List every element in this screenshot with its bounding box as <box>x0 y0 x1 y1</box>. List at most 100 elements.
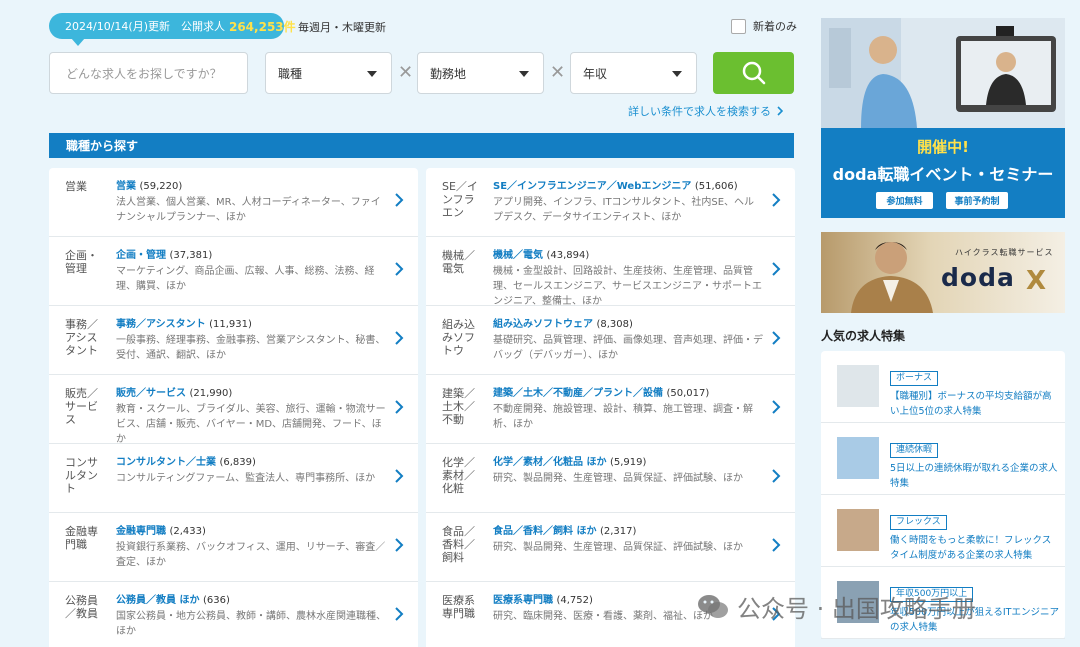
seminar-free-badge: 参加無料 <box>876 192 933 209</box>
category-item[interactable]: 販売／サービス 販売／サービス (21,990) 教育・スクール、ブライダル、美容、… <box>49 375 418 444</box>
category-name: 事務／アシスタント <box>116 319 206 330</box>
seminar-reserve-badge: 事前予約制 <box>946 192 1008 209</box>
category-item[interactable]: 機械／電気 機械／電気 (43,894) 機械・金型設計、回路設計、生産技術、生産管… <box>426 237 795 306</box>
checkbox-box[interactable] <box>731 18 746 34</box>
category-title[interactable]: 食品／香料／飼料 ほか (2,317) <box>493 525 763 539</box>
category-title[interactable]: 事務／アシスタント (11,931) <box>116 318 386 332</box>
category-count: (636) <box>202 595 230 606</box>
category-title[interactable]: 化学／素材／化粧品 ほか (5,919) <box>493 456 763 470</box>
category-text: 機械／電気 (43,894) 機械・金型設計、回路設計、生産技術、生産管理、品質管… <box>493 249 763 305</box>
category-count: (4,752) <box>556 595 593 606</box>
category-image: 化学／素材／化粧 <box>442 456 475 495</box>
category-title[interactable]: 公務員／教員 ほか (636) <box>116 594 386 608</box>
doda-x-banner[interactable]: ハイクラス転職サービス doda X <box>821 232 1065 313</box>
chevron-down-icon <box>672 71 682 77</box>
close-icon: ✕ <box>550 62 566 83</box>
new-only-label: 新着のみ <box>753 20 797 33</box>
watermark-text: 公众号 · 出国攻略手册 <box>737 595 976 623</box>
category-item[interactable]: 事務／アシスタント 事務／アシスタント (11,931) 一般事務、経理事務、金融事… <box>49 306 418 375</box>
feature-item[interactable]: 連続休暇 5日以上の連続休暇が取れる企業の求人特集 <box>821 423 1065 495</box>
category-count: (50,017) <box>666 388 710 399</box>
category-description: 機械・金型設計、回路設計、生産技術、生産管理、品質管理、セールスエンジニア、サー… <box>493 266 762 306</box>
search-button[interactable] <box>713 52 794 94</box>
seminar-banner[interactable]: 開催中! doda転職イベント・セミナー 参加無料 事前予約制 <box>821 18 1065 218</box>
category-item[interactable]: 公務員／教員 公務員／教員 ほか (636) 国家公務員・地方公務員、教師・講師、農… <box>49 582 418 647</box>
doda-x-person-image <box>851 242 933 313</box>
category-text: コンサルタント／士業 (6,839) コンサルティングファーム、監査法人、専門事務… <box>116 456 386 512</box>
category-count: (5,919) <box>609 457 647 468</box>
category-title[interactable]: 企画・管理 (37,381) <box>116 249 386 263</box>
seminar-illustration <box>821 18 1065 128</box>
category-image: 食品／香料／飼料 <box>442 525 475 564</box>
popular-features-title: 人気の求人特集 <box>821 329 906 343</box>
feature-item[interactable]: ボーナス【職種別】ボーナスの平均支給額が高い上位5位の求人特集 <box>821 351 1065 423</box>
category-grid: 営業 営業 (59,220) 法人営業、個人営業、MR、人材コーディネーター、ファイ… <box>49 168 795 647</box>
category-item[interactable]: 化学／素材／化粧 化学／素材／化粧品 ほか (5,919) 研究、製品開発、生産管理… <box>426 444 795 513</box>
category-item[interactable]: SE／インフラエン SE／インフラエンジニア／Webエンジニア (51,606) ア… <box>426 168 795 237</box>
category-text: SE／インフラエンジニア／Webエンジニア (51,606) アプリ開発、インフラ… <box>493 180 763 236</box>
category-item[interactable]: 建築／土木／不動 建築／土木／不動産／プラント／設備 (50,017) 不動産開発、… <box>426 375 795 444</box>
feature-thumbnail <box>837 365 879 407</box>
category-image: 医療系専門職 <box>442 594 475 620</box>
category-item[interactable]: 企画・管理 企画・管理 (37,381) マーケティング、商品企画、広報、人事、総務… <box>49 237 418 306</box>
category-item[interactable]: 食品／香料／飼料 食品／香料／飼料 ほか (2,317) 研究、製品開発、生産管理、… <box>426 513 795 582</box>
feature-title[interactable]: 【職種別】ボーナスの平均支給額が高い上位5位の求人特集 <box>890 389 1060 419</box>
category-title[interactable]: SE／インフラエンジニア／Webエンジニア (51,606) <box>493 180 763 194</box>
category-name: 食品／香料／飼料 ほか <box>493 526 597 537</box>
category-title[interactable]: 販売／サービス (21,990) <box>116 387 386 401</box>
category-count: (59,220) <box>139 181 183 192</box>
category-count: (43,894) <box>546 250 590 261</box>
category-title[interactable]: 営業 (59,220) <box>116 180 386 194</box>
category-title[interactable]: 組み込みソフトウェア (8,308) <box>493 318 763 332</box>
feature-title[interactable]: 5日以上の連続休暇が取れる企業の求人特集 <box>890 461 1060 491</box>
category-item[interactable]: 営業 営業 (59,220) 法人営業、個人営業、MR、人材コーディネーター、ファイ… <box>49 168 418 237</box>
category-name: 企画・管理 <box>116 250 166 261</box>
category-name: コンサルタント／士業 <box>116 457 216 468</box>
category-count: (51,606) <box>694 181 738 192</box>
location-select[interactable]: 勤務地 <box>417 52 544 94</box>
category-item[interactable]: コンサルタント コンサルタント／士業 (6,839) コンサルティングファーム、監査… <box>49 444 418 513</box>
category-name: 販売／サービス <box>116 388 186 399</box>
category-title[interactable]: 金融専門職 (2,433) <box>116 525 386 539</box>
feature-badge: ボーナス <box>890 371 939 386</box>
feature-item[interactable]: フレックス働く時間をもっと柔軟に！フレックスタイム制度がある企業の求人特集 <box>821 495 1065 567</box>
category-name: 化学／素材／化粧品 ほか <box>493 457 607 468</box>
detail-search-link[interactable]: 詳しい条件で求人を検索する <box>628 103 783 119</box>
doda-x-subtitle: ハイクラス転職サービス <box>955 248 1054 257</box>
category-count: (11,931) <box>209 319 252 330</box>
category-image: 金融専門職 <box>65 525 98 551</box>
category-name: 営業 <box>116 181 136 192</box>
category-image: コンサルタント <box>65 456 98 495</box>
category-image: 企画・管理 <box>65 249 98 275</box>
category-count: (21,990) <box>189 388 233 399</box>
category-title[interactable]: 機械／電気 (43,894) <box>493 249 763 263</box>
salary-select[interactable]: 年収 <box>570 52 697 94</box>
new-only-checkbox[interactable]: 新着のみ <box>731 18 797 34</box>
category-text: 化学／素材／化粧品 ほか (5,919) 研究、製品開発、生産管理、品質保証、評価… <box>493 456 763 512</box>
chevron-right-icon <box>777 106 783 116</box>
category-title[interactable]: 建築／土木／不動産／プラント／設備 (50,017) <box>493 387 763 401</box>
category-name: 組み込みソフトウェア <box>493 319 593 330</box>
job-count-badge: 2024/10/14(月)更新 公開求人 264,253件 <box>49 13 296 46</box>
chevron-right-icon <box>395 262 404 276</box>
category-text: 金融専門職 (2,433) 投資銀行系業務、バックオフィス、運用、リサーチ、審査／… <box>116 525 386 581</box>
keyword-search-input[interactable]: どんな求人をお探しですか？ <box>49 52 248 94</box>
category-description: 基礎研究、品質管理、評価、画像処理、音声処理、評価・デバッグ（デバッガー）、ほか <box>493 335 763 361</box>
feature-badge: フレックス <box>890 515 947 530</box>
feature-thumbnail <box>837 437 879 479</box>
category-image: 事務／アシスタント <box>65 318 98 357</box>
job-count-prefix: 2024/10/14(月)更新 公開求人 <box>65 20 225 33</box>
category-name: 機械／電気 <box>493 250 543 261</box>
category-image: SE／インフラエン <box>442 180 478 219</box>
close-icon: ✕ <box>398 62 414 83</box>
job-type-select[interactable]: 職種 <box>265 52 392 94</box>
category-title[interactable]: コンサルタント／士業 (6,839) <box>116 456 386 470</box>
category-item[interactable]: 金融専門職 金融専門職 (2,433) 投資銀行系業務、バックオフィス、運用、リサー… <box>49 513 418 582</box>
feature-title[interactable]: 働く時間をもっと柔軟に！フレックスタイム制度がある企業の求人特集 <box>890 533 1060 563</box>
category-image: 機械／電気 <box>442 249 475 275</box>
category-text: 営業 (59,220) 法人営業、個人営業、MR、人材コーディネーター、ファイナン… <box>116 180 386 236</box>
feature-thumbnail <box>837 509 879 551</box>
feature-text-block: 連続休暇 5日以上の連続休暇が取れる企業の求人特集 <box>890 437 1060 494</box>
category-item[interactable]: 組み込みソフトウ 組み込みソフトウェア (8,308) 基礎研究、品質管理、評価、画… <box>426 306 795 375</box>
chevron-right-icon <box>395 193 404 207</box>
